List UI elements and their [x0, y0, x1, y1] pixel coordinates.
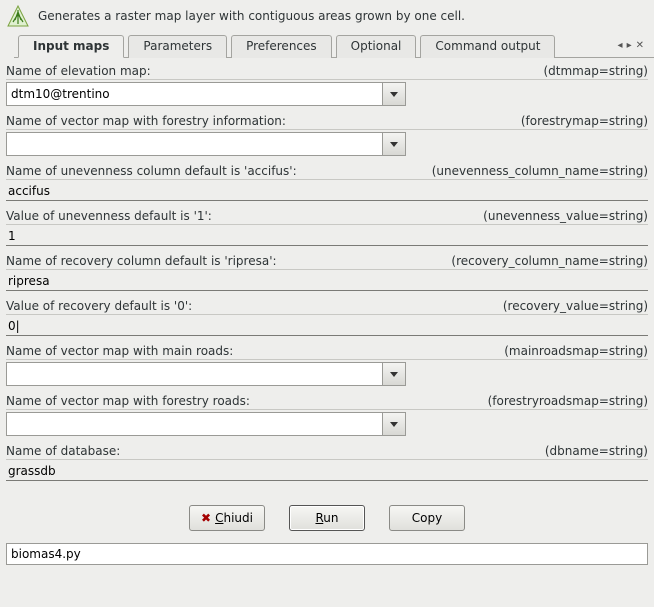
param-mainroads: (mainroadsmap=string)	[504, 344, 648, 358]
field-unevenness-col: Name of unevenness column default is 'ac…	[6, 162, 648, 205]
field-forestryroads: Name of vector map with forestry roads: …	[6, 392, 648, 440]
header-description: Generates a raster map layer with contig…	[38, 9, 465, 23]
combo-forestry[interactable]	[6, 132, 406, 156]
tab-next-icon[interactable]: ▸	[627, 40, 632, 51]
input-elevation[interactable]	[6, 82, 382, 106]
input-mainroads[interactable]	[6, 362, 382, 386]
label-unevenness-val: Value of unevenness default is '1':	[6, 209, 212, 223]
combo-elevation[interactable]	[6, 82, 406, 106]
dropdown-icon[interactable]	[382, 412, 406, 436]
param-unevenness-col: (unevenness_column_name=string)	[432, 164, 648, 178]
tab-preferences[interactable]: Preferences	[231, 35, 332, 58]
tab-input-maps[interactable]: Input maps	[18, 35, 124, 58]
field-forestry: Name of vector map with forestry informa…	[6, 112, 648, 160]
form-input-maps: Name of elevation map: (dtmmap=string) N…	[0, 58, 654, 485]
close-button[interactable]: ✖ Chiudi	[189, 505, 265, 531]
label-forestryroads: Name of vector map with forestry roads:	[6, 394, 250, 408]
button-row: ✖ Chiudi Run Copy	[0, 487, 654, 543]
copy-button[interactable]: Copy	[389, 505, 465, 531]
param-recovery-col: (recovery_column_name=string)	[451, 254, 648, 268]
param-unevenness-val: (unevenness_value=string)	[483, 209, 648, 223]
close-button-label-rest: hiudi	[223, 511, 253, 525]
tab-scroll-controls: ◂ ▸ ✕	[618, 34, 650, 57]
tab-optional[interactable]: Optional	[336, 35, 417, 58]
dropdown-icon[interactable]	[382, 132, 406, 156]
run-button-label-rest: un	[323, 511, 338, 525]
label-mainroads: Name of vector map with main roads:	[6, 344, 233, 358]
label-dbname: Name of database:	[6, 444, 120, 458]
input-unevenness-col[interactable]	[6, 182, 648, 201]
input-recovery-val[interactable]	[6, 317, 648, 336]
tab-bar: Input maps Parameters Preferences Option…	[14, 34, 654, 58]
input-dbname[interactable]	[6, 462, 648, 481]
header: Generates a raster map layer with contig…	[0, 0, 654, 34]
dropdown-icon[interactable]	[382, 82, 406, 106]
tab-parameters[interactable]: Parameters	[128, 35, 227, 58]
combo-mainroads[interactable]	[6, 362, 406, 386]
label-forestry: Name of vector map with forestry informa…	[6, 114, 286, 128]
input-forestry[interactable]	[6, 132, 382, 156]
field-recovery-val: Value of recovery default is '0': (recov…	[6, 297, 648, 340]
field-mainroads: Name of vector map with main roads: (mai…	[6, 342, 648, 390]
tab-close-icon[interactable]: ✕	[636, 40, 644, 51]
param-forestry: (forestrymap=string)	[521, 114, 648, 128]
dropdown-icon[interactable]	[382, 362, 406, 386]
copy-button-label: Copy	[412, 511, 442, 525]
field-dbname: Name of database: (dbname=string)	[6, 442, 648, 485]
command-preview-input[interactable]	[6, 543, 648, 565]
label-unevenness-col: Name of unevenness column default is 'ac…	[6, 164, 297, 178]
label-elevation: Name of elevation map:	[6, 64, 151, 78]
label-recovery-col: Name of recovery column default is 'ripr…	[6, 254, 277, 268]
param-forestryroads: (forestryroadsmap=string)	[488, 394, 648, 408]
run-button[interactable]: Run	[289, 505, 365, 531]
tab-prev-icon[interactable]: ◂	[618, 40, 623, 51]
field-elevation: Name of elevation map: (dtmmap=string)	[6, 62, 648, 110]
close-icon: ✖	[201, 511, 211, 525]
command-preview	[6, 543, 648, 565]
label-recovery-val: Value of recovery default is '0':	[6, 299, 192, 313]
tab-command-output[interactable]: Command output	[420, 35, 555, 58]
input-recovery-col[interactable]	[6, 272, 648, 291]
param-dbname: (dbname=string)	[545, 444, 648, 458]
grass-icon	[6, 4, 30, 28]
input-unevenness-val[interactable]	[6, 227, 648, 246]
combo-forestryroads[interactable]	[6, 412, 406, 436]
param-recovery-val: (recovery_value=string)	[503, 299, 648, 313]
field-recovery-col: Name of recovery column default is 'ripr…	[6, 252, 648, 295]
param-elevation: (dtmmap=string)	[543, 64, 648, 78]
input-forestryroads[interactable]	[6, 412, 382, 436]
field-unevenness-val: Value of unevenness default is '1': (une…	[6, 207, 648, 250]
